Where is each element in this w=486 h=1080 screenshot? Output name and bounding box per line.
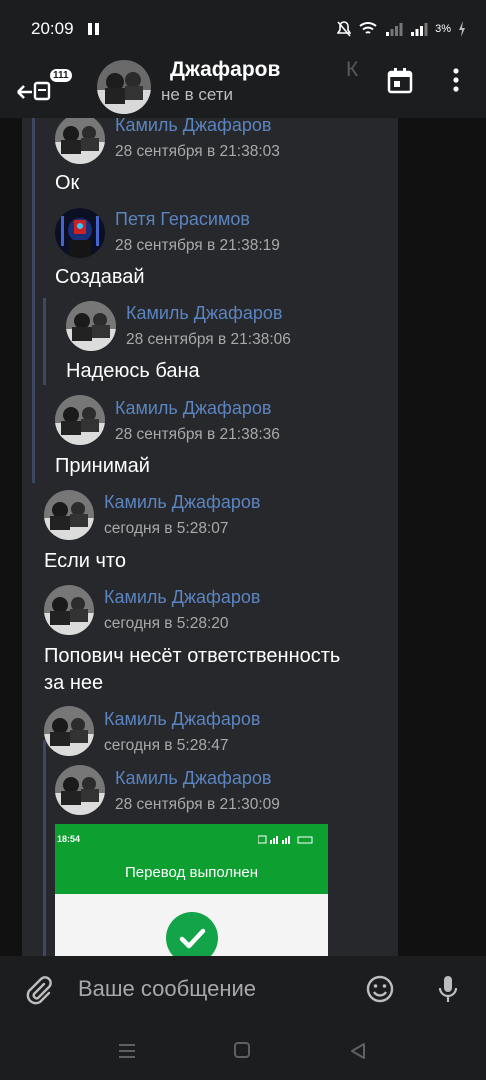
more-vert-icon bbox=[453, 68, 459, 92]
calendar-icon bbox=[387, 68, 413, 94]
avatar[interactable] bbox=[55, 765, 105, 815]
status-bar: 20:09 3% bbox=[0, 0, 486, 58]
avatar[interactable] bbox=[55, 395, 105, 445]
message-text: Принимай bbox=[55, 455, 150, 477]
avatar[interactable] bbox=[44, 490, 94, 540]
message-text-line2: за нее bbox=[44, 672, 104, 694]
attach-button[interactable] bbox=[24, 975, 54, 1005]
paperclip-icon bbox=[26, 976, 52, 1005]
signal-icon-1 bbox=[386, 23, 403, 36]
message-author[interactable]: Камиль Джафаров bbox=[115, 768, 271, 789]
quote-bar-forwarded bbox=[43, 740, 46, 956]
chat-title: Джафаров bbox=[170, 58, 281, 81]
message-text: Ок bbox=[55, 172, 80, 194]
signal-icon-2 bbox=[411, 23, 428, 36]
nav-back-icon bbox=[351, 1043, 365, 1059]
quote-bar-nested bbox=[43, 298, 46, 385]
status-icons: 3% bbox=[337, 17, 466, 41]
smiley-icon bbox=[366, 975, 394, 1003]
message-author[interactable]: Камиль Джафаров bbox=[104, 492, 260, 513]
message-author[interactable]: Камиль Джафаров bbox=[126, 303, 282, 324]
attachment-status-time: 18:54 bbox=[57, 834, 81, 844]
avatar[interactable] bbox=[97, 60, 151, 114]
status-time: 20:09 bbox=[31, 19, 74, 38]
nav-back-button[interactable] bbox=[349, 1042, 367, 1060]
message-text: Создавай bbox=[55, 266, 145, 288]
avatar[interactable] bbox=[55, 118, 105, 164]
attachment-status-icons bbox=[258, 835, 313, 844]
chat-status: не в сети bbox=[161, 85, 233, 104]
back-button[interactable]: 111 bbox=[14, 66, 72, 110]
recents-icon bbox=[119, 1044, 135, 1058]
message-text: Если что bbox=[44, 550, 126, 572]
check-icon bbox=[166, 912, 218, 956]
chat-title-overflow: К bbox=[346, 58, 359, 81]
message-author[interactable]: Камиль Джафаров bbox=[115, 398, 271, 419]
message-author[interactable]: Петя Герасимов bbox=[115, 209, 250, 230]
attachment-image[interactable]: 18:54 Перевод выполнен bbox=[55, 824, 328, 956]
message-time: сегодня в 5:28:47 bbox=[104, 737, 229, 754]
avatar[interactable] bbox=[44, 585, 94, 635]
message-input[interactable] bbox=[78, 974, 348, 1004]
message-list[interactable]: Камиль Джафаров 28 сентября в 21:38:03 О… bbox=[22, 118, 398, 956]
message-author[interactable]: Камиль Джафаров bbox=[104, 709, 260, 730]
avatar[interactable] bbox=[55, 208, 105, 258]
attachment-title: Перевод выполнен bbox=[124, 864, 259, 881]
system-nav-bar bbox=[0, 1024, 486, 1080]
quote-bar bbox=[32, 118, 35, 483]
composer bbox=[0, 956, 486, 1024]
message-time: 28 сентября в 21:38:19 bbox=[115, 237, 280, 254]
message-text: Надеюсь бана bbox=[66, 360, 200, 382]
avatar[interactable] bbox=[66, 301, 116, 351]
message-time: сегодня в 5:28:20 bbox=[104, 615, 229, 632]
message-time: 28 сентября в 21:30:09 bbox=[115, 796, 280, 813]
recents-button[interactable] bbox=[118, 1043, 136, 1059]
battery-percent: 3% bbox=[435, 23, 451, 35]
more-options-button[interactable] bbox=[448, 67, 464, 95]
voice-button[interactable] bbox=[437, 974, 459, 1004]
message-time: 28 сентября в 21:38:03 bbox=[115, 143, 280, 160]
chat-header: 111 Джафаров К не в сети bbox=[0, 58, 486, 118]
pause-icon bbox=[88, 23, 100, 35]
message-time: 28 сентября в 21:38:36 bbox=[115, 426, 280, 443]
message-time: 28 сентября в 21:38:06 bbox=[126, 331, 291, 348]
wifi-icon bbox=[359, 22, 377, 34]
mute-icon bbox=[337, 21, 352, 37]
unread-badge: 111 bbox=[50, 69, 72, 82]
emoji-button[interactable] bbox=[365, 974, 395, 1004]
message-author[interactable]: Камиль Джафаров bbox=[115, 118, 271, 136]
attachment-header: 18:54 Перевод выполнен bbox=[55, 824, 328, 894]
message-author[interactable]: Камиль Джафаров bbox=[104, 587, 260, 608]
microphone-icon bbox=[438, 976, 458, 1002]
battery-charging-icon bbox=[459, 21, 465, 37]
avatar[interactable] bbox=[44, 706, 94, 756]
message-text-line1: Попович несёт ответственность bbox=[44, 645, 341, 667]
calendar-button[interactable] bbox=[386, 67, 414, 95]
home-button[interactable] bbox=[234, 1042, 250, 1058]
message-time: сегодня в 5:28:07 bbox=[104, 520, 229, 537]
